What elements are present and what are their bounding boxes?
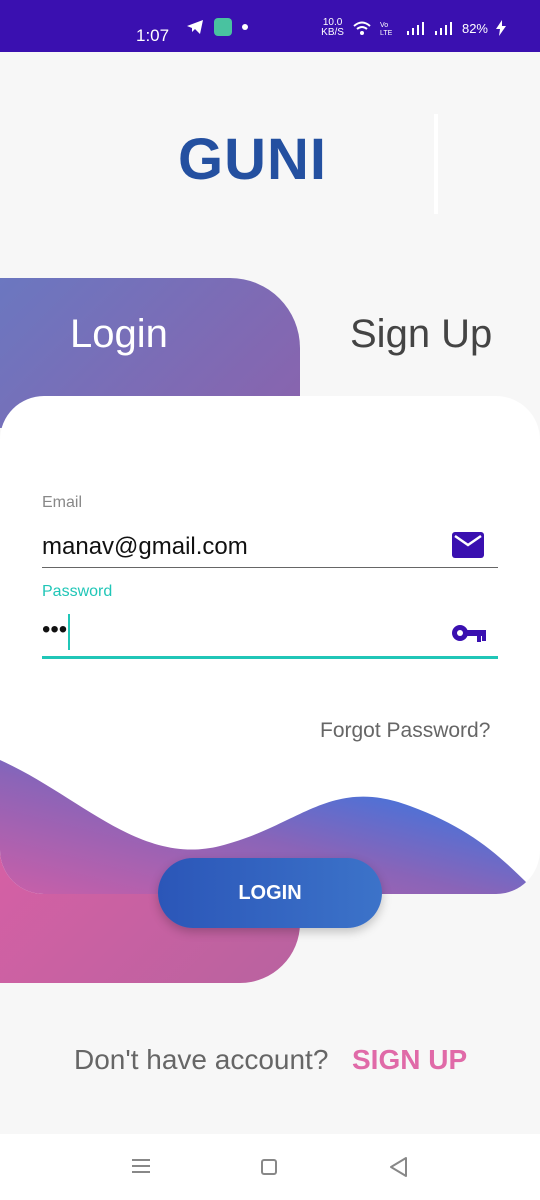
status-time: 1:07 <box>136 26 170 45</box>
key-icon <box>452 625 486 642</box>
battery-text: 82% <box>461 20 488 36</box>
mail-icon <box>452 532 484 558</box>
signal-icon-2 <box>434 22 452 35</box>
login-button[interactable]: LOGIN <box>158 858 382 928</box>
logo-divider <box>434 114 438 214</box>
menu-icon[interactable] <box>132 1158 150 1174</box>
wifi-icon <box>353 21 371 35</box>
text-cursor <box>68 614 70 650</box>
charging-icon <box>496 20 506 36</box>
status-right-icons: 10.0 KB/S Vo LTE 82% <box>321 18 506 38</box>
decorative-wave <box>0 760 530 894</box>
svg-text:Vo: Vo <box>380 22 388 29</box>
password-label: Password <box>42 583 113 600</box>
home-icon[interactable] <box>261 1159 277 1175</box>
back-icon[interactable] <box>388 1156 408 1178</box>
forgot-password-link[interactable]: Forgot Password? <box>320 719 490 743</box>
password-underline <box>42 656 498 659</box>
signal-icon-1 <box>406 22 424 35</box>
volte-icon: VoLTE <box>380 22 393 36</box>
network-speed: 10.0 KB/S <box>321 17 344 38</box>
login-card <box>0 396 540 894</box>
telegram-icon <box>187 20 203 34</box>
status-bar: 1:07 10.0 KB/S Vo LTE 82% <box>0 0 540 52</box>
app-icon <box>214 18 232 36</box>
email-underline <box>42 567 498 568</box>
password-input[interactable]: ••• <box>42 616 67 644</box>
svg-text:LTE: LTE <box>380 30 393 36</box>
status-left-icons <box>186 18 248 36</box>
tab-signup[interactable]: Sign Up <box>350 312 492 357</box>
signup-link[interactable]: SIGN UP <box>352 1044 467 1076</box>
app-logo: GUNI <box>178 127 327 192</box>
notification-dot-icon <box>242 24 248 30</box>
tab-login[interactable]: Login <box>70 312 168 357</box>
no-account-text: Don't have account? <box>74 1044 329 1075</box>
email-label: Email <box>42 494 83 511</box>
email-input[interactable]: manav@gmail.com <box>42 533 248 561</box>
